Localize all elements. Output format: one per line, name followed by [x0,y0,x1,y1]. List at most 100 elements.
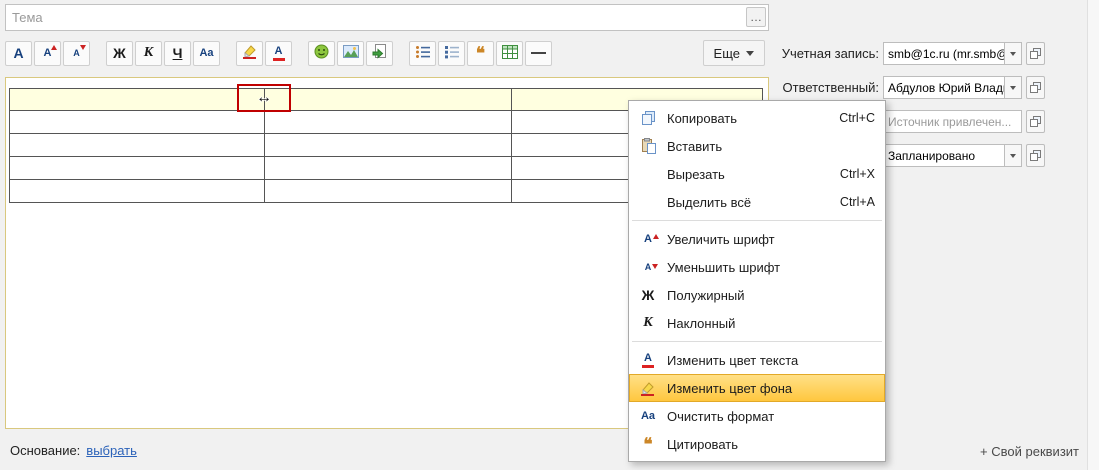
font-size-group: А А А [5,40,90,66]
table-cell[interactable] [264,156,512,180]
emoticon-button[interactable] [308,40,335,66]
chevron-down-icon [746,50,754,56]
underline-icon: Ч [172,45,183,61]
color-group: А [236,40,292,66]
responsible-row: Ответственный: Абдулов Юрий Влади [775,76,1045,99]
status-open-button[interactable] [1026,144,1045,167]
menu-item-copy[interactable]: Копировать Ctrl+C [629,104,885,132]
image-button[interactable] [337,40,364,66]
italic-icon: К [643,315,653,330]
bold-icon: Ж [113,45,126,61]
open-icon [1030,150,1041,161]
scrollbar[interactable] [1087,0,1099,470]
paragraph-group: ❝ [409,40,552,66]
open-icon [1030,48,1041,59]
chevron-down-icon [1010,51,1016,56]
table-icon [501,44,518,62]
subject-expand-button[interactable]: … [746,7,766,27]
basis-label: Основание: [10,443,81,458]
responsible-field[interactable]: Абдулов Юрий Влади [883,76,1022,99]
basis-select-link[interactable]: выбрать [86,443,137,458]
italic-icon: К [143,45,154,60]
font-decrease-icon: А [635,262,661,272]
status-field[interactable]: Запланировано [883,144,1022,167]
table-cell[interactable] [264,133,512,157]
quote-button[interactable]: ❝ [467,40,494,66]
formatting-toolbar: А А А Ж К Ч Aa А ❝ Еще [5,37,769,69]
open-icon [1030,82,1041,93]
more-button-label: Еще [713,45,740,61]
table-button[interactable] [496,40,523,66]
status-value[interactable]: Запланировано [884,149,1004,163]
font-button[interactable]: А [5,40,32,66]
responsible-value[interactable]: Абдулов Юрий Влади [884,81,1004,95]
menu-item-paste[interactable]: Вставить [629,132,885,160]
table-cell[interactable] [264,110,512,134]
horizontal-line-button[interactable] [525,40,552,66]
menu-separator [632,341,882,342]
table-cell[interactable] [9,133,265,157]
subject-row: … [5,4,769,31]
responsible-label: Ответственный: [782,80,879,95]
menu-item-decrease-font[interactable]: А Уменьшить шрифт [629,253,885,281]
font-increase-icon: А [635,233,661,245]
table-cell[interactable] [264,179,512,203]
responsible-dropdown-button[interactable] [1004,77,1021,98]
source-placeholder[interactable]: Источник привлечен... [884,115,1021,129]
menu-item-italic[interactable]: К Наклонный [629,309,885,337]
menu-item-text-color[interactable]: А Изменить цвет текста [629,346,885,374]
menu-separator [632,220,882,221]
menu-item-bold[interactable]: Ж Полужирный [629,281,885,309]
column-resize-indicator[interactable]: ↔ [237,84,291,112]
account-value[interactable]: smb@1c.ru (mr.smb@ [884,47,1004,61]
background-color-button[interactable] [236,40,263,66]
menu-item-quote[interactable]: ❝ Цитировать [629,430,885,458]
open-icon [1030,116,1041,127]
menu-item-increase-font[interactable]: А Увеличить шрифт [629,225,885,253]
context-menu: Копировать Ctrl+C Вставить Вырезать Ctrl… [628,100,886,462]
font-icon: А [13,45,24,61]
bullet-list-button[interactable] [409,40,436,66]
basis-row: Основание: выбрать [10,443,137,458]
font-decrease-icon: А [73,47,80,58]
custom-attribute-link[interactable]: + Свой реквизит [980,444,1079,459]
font-decrease-button[interactable]: А [63,40,90,66]
account-field[interactable]: smb@1c.ru (mr.smb@ [883,42,1022,65]
text-color-icon: А [272,45,285,61]
underline-button[interactable]: Ч [164,40,191,66]
table-cell[interactable] [264,88,512,111]
table-cell[interactable] [9,88,265,111]
menu-item-clear-format[interactable]: Aa Очистить формат [629,402,885,430]
menu-item-select-all[interactable]: Выделить всё Ctrl+A [629,188,885,216]
account-dropdown-button[interactable] [1004,43,1021,64]
chevron-down-icon [1010,85,1016,90]
copy-icon [635,110,661,126]
source-field[interactable]: Источник привлечен... [883,110,1022,133]
italic-button[interactable]: К [135,40,162,66]
bold-button[interactable]: Ж [106,40,133,66]
col-resize-cursor-icon: ↔ [256,89,272,106]
font-style-group: Ж К Ч Aa [106,40,220,66]
numbered-list-icon [444,45,460,62]
text-color-button[interactable]: А [265,40,292,66]
source-open-button[interactable] [1026,110,1045,133]
responsible-open-button[interactable] [1026,76,1045,99]
clear-format-icon: Aa [199,46,214,59]
table-cell[interactable] [9,110,265,134]
font-increase-button[interactable]: А [34,40,61,66]
table-cell[interactable] [9,179,265,203]
more-button[interactable]: Еще [702,40,765,66]
status-dropdown-button[interactable] [1004,145,1021,166]
quote-icon: ❝ [643,434,653,454]
attach-button[interactable] [366,40,393,66]
account-label: Учетная запись: [781,46,879,61]
subject-input[interactable] [5,4,769,31]
emoticon-icon [314,44,329,62]
account-open-button[interactable] [1026,42,1045,65]
table-cell[interactable] [9,156,265,180]
menu-item-background-color[interactable]: Изменить цвет фона [629,374,885,402]
clear-format-button[interactable]: Aa [193,40,220,66]
numbered-list-button[interactable] [438,40,465,66]
background-color-icon [242,44,258,62]
menu-item-cut[interactable]: Вырезать Ctrl+X [629,160,885,188]
